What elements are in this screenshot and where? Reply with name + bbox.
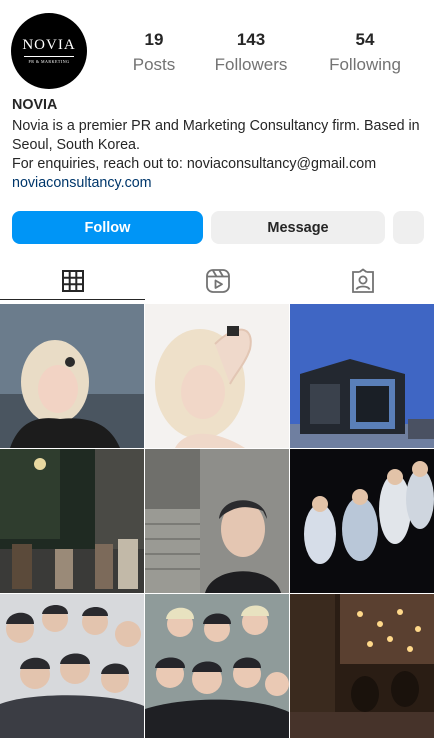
posts-label: Posts xyxy=(132,55,176,74)
tagged-icon xyxy=(351,268,374,293)
bio-line-1: Novia is a premier PR and Marketing Cons… xyxy=(12,118,420,153)
post-blonde-woman-evening[interactable] xyxy=(0,304,144,448)
avatar[interactable]: NOVIA PR & MARKETING xyxy=(11,13,87,89)
following-label[interactable]: Following xyxy=(325,53,405,77)
post-group-night-pose[interactable] xyxy=(290,449,434,593)
profile-bio: NOVIA Novia is a premier PR and Marketin… xyxy=(12,96,427,193)
posts-count: 19 xyxy=(144,30,164,49)
post-man-on-stairs[interactable] xyxy=(145,449,289,593)
more-options-button[interactable] xyxy=(393,211,424,244)
stat-posts: 19 Posts xyxy=(124,30,184,77)
stat-following[interactable]: 54 Following xyxy=(325,30,405,77)
tab-tagged[interactable] xyxy=(290,262,435,300)
post-image xyxy=(0,594,144,738)
message-button[interactable]: Message xyxy=(211,211,385,244)
post-image xyxy=(0,304,144,448)
avatar-logo-text: NOVIA xyxy=(22,37,76,53)
avatar-logo-subtext: PR & MARKETING xyxy=(28,59,70,64)
post-image xyxy=(290,449,434,593)
post-cafe-interior[interactable] xyxy=(290,594,434,738)
post-night-street[interactable] xyxy=(0,449,144,593)
reels-icon xyxy=(205,269,230,293)
bio-line-2: For enquiries, reach out to: noviaconsul… xyxy=(12,156,377,172)
post-image xyxy=(145,304,289,448)
followers-count[interactable]: 143 xyxy=(210,30,292,50)
post-image xyxy=(145,449,289,593)
profile-tabs xyxy=(0,262,435,302)
stat-followers[interactable]: 143 Followers xyxy=(210,30,292,77)
post-group-photo-studio[interactable] xyxy=(145,594,289,738)
avatar-logo-divider xyxy=(24,56,74,57)
post-modern-building[interactable] xyxy=(290,304,434,448)
tab-reels[interactable] xyxy=(145,262,290,300)
followers-label[interactable]: Followers xyxy=(210,53,292,77)
post-group-photo-boys[interactable] xyxy=(0,594,144,738)
profile-header: NOVIA PR & MARKETING 19 Posts 143 Follow… xyxy=(0,0,435,96)
profile-username: NOVIA xyxy=(12,97,58,113)
post-image xyxy=(0,449,144,593)
post-image xyxy=(290,594,434,738)
post-image xyxy=(290,304,434,448)
post-blonde-woman-portrait[interactable] xyxy=(145,304,289,448)
post-image xyxy=(145,594,289,738)
follow-button[interactable]: Follow xyxy=(12,211,203,244)
website-link[interactable]: noviaconsultancy.com xyxy=(12,174,427,193)
tab-posts[interactable] xyxy=(0,262,145,300)
grid-icon xyxy=(61,269,84,292)
following-count[interactable]: 54 xyxy=(325,30,405,50)
